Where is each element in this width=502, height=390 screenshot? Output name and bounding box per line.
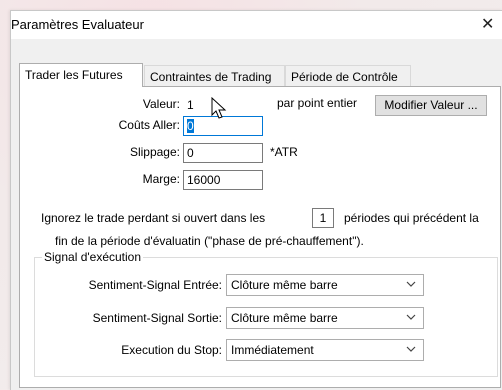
couts-aller-label: Coûts Aller: (118, 118, 180, 132)
chevron-down-icon (406, 346, 416, 352)
entree-value: Clôture même barre (231, 278, 338, 292)
par-point-label: par point entier (277, 96, 358, 110)
ignore-text-1: Ignorez le trade perdant si ouvert dans … (41, 211, 266, 225)
couts-aller-value: 0 (187, 119, 194, 133)
ignore-text-2: périodes qui précédent la (344, 211, 479, 225)
window-title: Paramètres Evaluateur (11, 17, 144, 32)
signal-group-legend: Signal d'exécution (42, 250, 144, 264)
sortie-dropdown[interactable]: Clôture même barre (226, 307, 424, 329)
slippage-unit: *ATR (270, 145, 298, 159)
modifier-valeur-button[interactable]: Modifier Valeur ... (375, 95, 487, 116)
sortie-value: Clôture même barre (231, 311, 338, 325)
entree-label: Sentiment-Signal Entrée: (88, 278, 222, 292)
ignore-periods-field[interactable]: 1 (312, 208, 334, 228)
title-bar: Paramètres Evaluateur ✕ (11, 11, 502, 39)
valeur-label: Valeur: (142, 97, 180, 111)
entree-dropdown[interactable]: Clôture même barre (226, 274, 424, 296)
chevron-down-icon (406, 314, 416, 320)
marge-field[interactable]: 16000 (183, 170, 263, 190)
mouse-pointer-icon (211, 97, 227, 119)
tab-periode-de-controle[interactable]: Période de Contrôle (285, 65, 411, 87)
tab-panel: Valeur: 1 par point entier Modifier Vale… (19, 86, 501, 388)
marge-label: Marge: (142, 172, 180, 186)
stop-value: Immédiatement (231, 343, 314, 357)
tab-trader-les-futures[interactable]: Trader les Futures (19, 63, 143, 87)
ignore-text-3: fin de la période d'évaluatin ("phase de… (55, 234, 364, 248)
tab-contraintes-de-trading[interactable]: Contraintes de Trading (144, 65, 285, 87)
sortie-label: Sentiment-Signal Sortie: (92, 311, 222, 325)
dialog-client-area: Trader les Futures Contraintes de Tradin… (11, 39, 502, 390)
stop-label: Execution du Stop: (121, 343, 222, 357)
chevron-down-icon (406, 281, 416, 287)
stop-dropdown[interactable]: Immédiatement (226, 339, 424, 361)
slippage-field[interactable]: 0 (183, 143, 263, 163)
slippage-label: Slippage: (129, 145, 180, 159)
dialog-window: Paramètres Evaluateur ✕ Trader les Futur… (10, 10, 502, 390)
close-icon[interactable]: ✕ (481, 14, 494, 34)
